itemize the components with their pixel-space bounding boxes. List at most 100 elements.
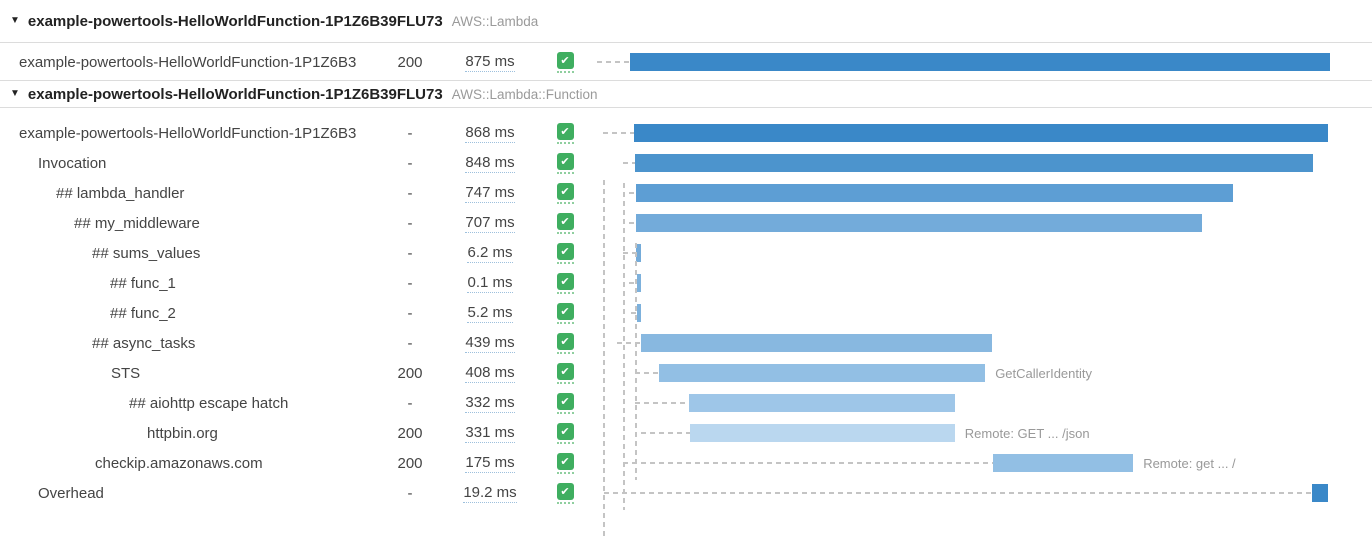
timeline-bar[interactable] [993, 454, 1133, 472]
status-ok-icon[interactable]: ✔ [557, 273, 574, 290]
status-cell[interactable]: ✔ [557, 363, 574, 384]
duration-value[interactable]: 747 ms [465, 184, 514, 203]
segment-name: STS [0, 358, 375, 388]
status-ok-icon[interactable]: ✔ [557, 123, 574, 140]
connector-vertical-dash [603, 180, 605, 540]
collapse-triangle-icon[interactable]: ▼ [10, 89, 20, 99]
response-code: - [375, 268, 445, 298]
timeline-bar[interactable] [637, 274, 641, 292]
duration-value[interactable]: 439 ms [465, 334, 514, 353]
trace-row: Overhead-19.2 ms ✔ [0, 478, 1372, 508]
bar-annotation: Remote: get ... / [1143, 454, 1236, 472]
response-code: 200 [375, 448, 445, 478]
section-type-label: AWS::Lambda [452, 14, 539, 29]
timeline-bar[interactable] [636, 244, 641, 262]
status-ok-icon[interactable]: ✔ [557, 213, 574, 230]
trace-row: checkip.amazonaws.com200 175 ms ✔ Remote: g… [0, 448, 1372, 478]
trace-row: ## sums_values-6.2 ms✔ [0, 238, 1372, 268]
segment-name: ## my_middleware [0, 208, 375, 238]
timeline-bar[interactable] [637, 304, 641, 322]
status-ok-icon[interactable]: ✔ [557, 363, 574, 380]
trace-row: ## aiohttp escape hatch-332 ms✔ [0, 388, 1372, 418]
timeline-bar[interactable] [689, 394, 955, 412]
timeline-bar[interactable] [641, 334, 992, 352]
segment-name: httpbin.org [0, 418, 375, 448]
status-ok-icon[interactable]: ✔ [557, 483, 574, 500]
duration-value[interactable]: 707 ms [465, 214, 514, 233]
duration-value[interactable]: 331 ms [465, 424, 514, 443]
status-cell[interactable]: ✔ [557, 273, 574, 294]
response-code: - [375, 208, 445, 238]
status-cell[interactable]: ✔ [557, 213, 574, 234]
timeline-bar[interactable] [636, 184, 1234, 202]
status-cell[interactable]: ✔ [557, 243, 574, 264]
duration-value[interactable]: 332 ms [465, 394, 514, 413]
collapse-triangle-icon[interactable]: ▼ [10, 16, 20, 26]
connector-dash [635, 372, 659, 374]
connector-dash [617, 342, 641, 344]
status-cell[interactable]: ✔ [557, 393, 574, 414]
timeline-bar[interactable] [690, 424, 955, 442]
duration-value[interactable]: 408 ms [465, 364, 514, 383]
section-title: example-powertools-HelloWorldFunction-1P… [28, 86, 443, 103]
status-cell[interactable]: ✔ [557, 483, 574, 504]
timeline-bar[interactable] [635, 154, 1313, 172]
section-title: example-powertools-HelloWorldFunction-1P… [28, 13, 443, 30]
response-code: - [375, 178, 445, 208]
duration-value[interactable]: 0.1 ms [467, 274, 512, 293]
segment-name: checkip.amazonaws.com [0, 448, 375, 478]
status-cell[interactable]: ✔ [557, 153, 574, 174]
status-cell[interactable]: ✔ [557, 453, 574, 474]
segment-name: Invocation [0, 148, 375, 178]
status-ok-icon[interactable]: ✔ [557, 423, 574, 440]
segment-name: example-powertools-HelloWorldFunction-1P… [0, 44, 375, 80]
connector-dash [623, 462, 993, 464]
segment-name: ## func_2 [0, 298, 375, 328]
duration-value[interactable]: 848 ms [465, 154, 514, 173]
trace-row: ## my_middleware- 707 ms ✔ [0, 208, 1372, 238]
segment-name: ## sums_values [0, 238, 375, 268]
duration-value[interactable]: 5.2 ms [467, 304, 512, 323]
trace-row: httpbin.org200331 ms✔Remote: GET ... /js… [0, 418, 1372, 448]
status-cell[interactable]: ✔ [557, 123, 574, 144]
response-code: - [375, 388, 445, 418]
duration-value[interactable]: 6.2 ms [467, 244, 512, 263]
status-ok-icon[interactable]: ✔ [557, 303, 574, 320]
timeline-bar[interactable] [1312, 484, 1327, 502]
connector-dash [641, 432, 690, 434]
response-code: - [375, 478, 445, 508]
timeline-bar[interactable] [630, 53, 1330, 71]
connector-vertical-dash [635, 243, 637, 480]
duration-value[interactable]: 868 ms [465, 124, 514, 143]
response-code: - [375, 148, 445, 178]
response-code: 200 [375, 418, 445, 448]
status-cell[interactable]: ✔ [557, 52, 574, 73]
connector-dash [629, 192, 636, 194]
status-ok-icon[interactable]: ✔ [557, 393, 574, 410]
timeline-bar[interactable] [636, 214, 1202, 232]
segment-name: ## func_1 [0, 268, 375, 298]
connector-dash [597, 61, 630, 63]
status-cell[interactable]: ✔ [557, 333, 574, 354]
trace-row: example-powertools-HelloWorldFunction-1P… [0, 118, 1372, 148]
status-ok-icon[interactable]: ✔ [557, 52, 574, 69]
duration-value[interactable]: 875 ms [465, 53, 514, 72]
segment-name: Overhead [0, 478, 375, 508]
status-cell[interactable]: ✔ [557, 423, 574, 444]
connector-dash [603, 132, 634, 134]
duration-value[interactable]: 175 ms [465, 454, 514, 473]
status-ok-icon[interactable]: ✔ [557, 243, 574, 260]
section-header: ▼ example-powertools-HelloWorldFunction-1… [0, 80, 1372, 108]
status-ok-icon[interactable]: ✔ [557, 183, 574, 200]
timeline-bar[interactable] [659, 364, 985, 382]
trace-row: example-powertools-HelloWorldFunction-1P… [0, 44, 1372, 80]
timeline-bar[interactable] [634, 124, 1328, 142]
status-cell[interactable]: ✔ [557, 303, 574, 324]
status-ok-icon[interactable]: ✔ [557, 333, 574, 350]
status-ok-icon[interactable]: ✔ [557, 153, 574, 170]
status-cell[interactable]: ✔ [557, 183, 574, 204]
status-ok-icon[interactable]: ✔ [557, 453, 574, 470]
duration-value[interactable]: 19.2 ms [463, 484, 516, 503]
trace-rows-body: ▼ example-powertools-HelloWorldFunction-1… [0, 0, 1372, 508]
trace-row: Invocation- 848 ms ✔ [0, 148, 1372, 178]
